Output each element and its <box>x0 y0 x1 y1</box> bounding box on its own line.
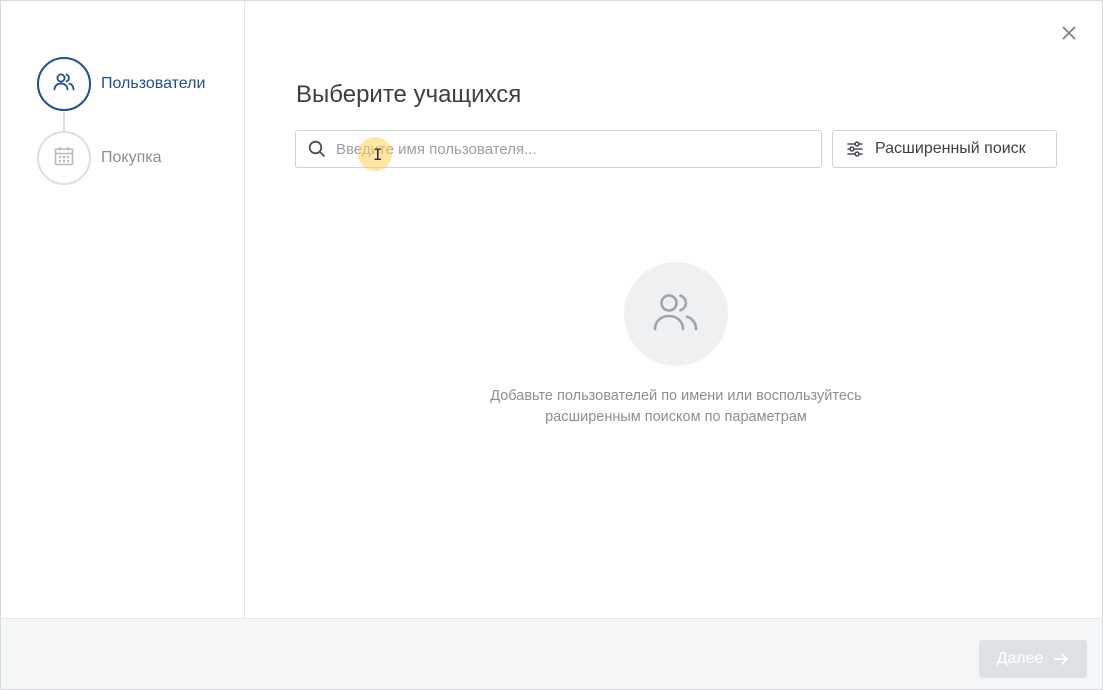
close-icon <box>1062 26 1076 45</box>
stepper-sidebar: Пользователи Покупка <box>1 1 245 618</box>
users-icon <box>52 70 76 99</box>
next-button-label: Далее <box>996 650 1044 667</box>
user-search-box[interactable] <box>295 130 822 168</box>
arrow-right-icon <box>1053 652 1069 666</box>
users-icon <box>652 290 700 339</box>
filter-sliders-icon <box>846 140 864 158</box>
search-icon <box>308 139 328 159</box>
page-title: Выберите учащихся <box>296 81 522 108</box>
select-users-dialog: Пользователи Покупка Выберите учащихся В… <box>0 0 1103 690</box>
step-purchase[interactable]: Покупка <box>37 131 162 185</box>
close-button[interactable] <box>1059 25 1079 45</box>
empty-state-message: Добавьте пользователей по имени или восп… <box>401 386 951 428</box>
advanced-search-label: Расширенный поиск <box>875 140 1026 157</box>
next-button[interactable]: Далее <box>979 640 1087 678</box>
step-purchase-circle <box>37 131 91 185</box>
step-users-label: Пользователи <box>101 75 206 92</box>
empty-state-illustration <box>624 262 728 366</box>
empty-state-line-1: Добавьте пользователей по имени или восп… <box>490 388 862 404</box>
user-search-input[interactable] <box>336 140 806 158</box>
calendar-icon <box>53 145 75 172</box>
advanced-search-button[interactable]: Расширенный поиск <box>832 130 1057 168</box>
step-purchase-label: Покупка <box>101 149 162 166</box>
step-users-circle <box>37 57 91 111</box>
step-users[interactable]: Пользователи <box>37 57 205 111</box>
empty-state-line-2: расширенным поиском по параметрам <box>545 409 807 425</box>
step-connector <box>63 112 65 133</box>
dialog-footer: Далее <box>1 618 1102 689</box>
